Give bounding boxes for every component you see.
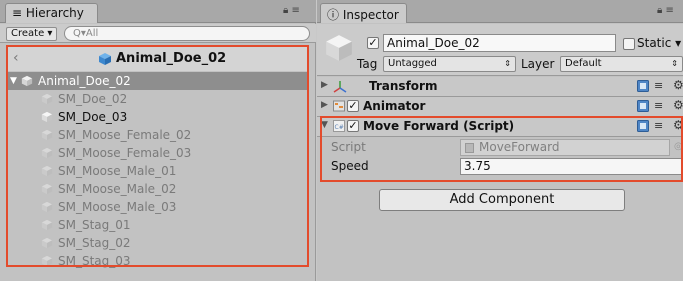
- transform-axis-icon: [333, 80, 347, 97]
- hierarchy-tab-bar: ≡ Hierarchy 🔒︎ ≡: [0, 0, 316, 23]
- hierarchy-search-input[interactable]: Q▾All: [64, 26, 310, 41]
- info-icon: ⓘ: [327, 8, 340, 22]
- dropdown-arrow-icon: ⇕: [504, 59, 511, 68]
- tag-dropdown[interactable]: Untagged ⇕: [383, 56, 516, 72]
- help-book-icon[interactable]: [637, 80, 649, 95]
- animator-icon: [333, 100, 345, 115]
- tag-label: Tag: [357, 57, 378, 71]
- preset-icon[interactable]: ≡: [654, 99, 663, 112]
- gear-icon[interactable]: ⚙: [673, 78, 683, 92]
- static-label[interactable]: Static ▾: [637, 36, 681, 50]
- lock-icon[interactable]: 🔒︎: [283, 5, 288, 16]
- hierarchy-toolbar: Create ▾ Q▾All: [0, 24, 316, 43]
- gameobject-header: Animal_Doe_02 Static ▾ Tag Untagged ⇕ La…: [317, 24, 683, 76]
- lock-icon[interactable]: 🔒︎: [657, 5, 662, 16]
- tab-inspector[interactable]: ⓘ Inspector: [320, 3, 407, 23]
- tab-hierarchy-label: Hierarchy: [25, 6, 84, 20]
- hierarchy-panel: ≡ Hierarchy 🔒︎ ≡ Create ▾ Q▾All ‹ Animal…: [0, 0, 316, 281]
- fold-triangle-icon[interactable]: ▶: [321, 80, 328, 90]
- component-animator[interactable]: ▶ Animator ≡ ⚙: [317, 97, 683, 117]
- animator-enabled-checkbox[interactable]: [347, 100, 359, 112]
- layer-dropdown[interactable]: Default ⇕: [560, 56, 683, 72]
- script-highlight-box: [320, 116, 683, 182]
- object-name-field[interactable]: Animal_Doe_02: [383, 34, 616, 52]
- help-book-icon[interactable]: [637, 100, 649, 115]
- active-checkbox[interactable]: [367, 37, 379, 49]
- create-button[interactable]: Create ▾: [6, 27, 58, 41]
- panel-menu-icon[interactable]: 🔒︎ ≡: [657, 5, 674, 16]
- fold-triangle-icon[interactable]: ▶: [321, 100, 328, 110]
- layer-label: Layer: [521, 57, 555, 71]
- static-checkbox[interactable]: [623, 38, 635, 50]
- component-transform[interactable]: ▶ Transform ≡ ⚙: [317, 77, 683, 97]
- preset-icon[interactable]: ≡: [654, 79, 663, 92]
- tag-value: Untagged: [388, 58, 437, 69]
- dropdown-arrow-icon: ⇕: [671, 59, 678, 68]
- gameobject-cube-icon[interactable]: [324, 33, 354, 66]
- component-name: Animator: [363, 99, 426, 113]
- tab-hierarchy[interactable]: ≡ Hierarchy: [5, 3, 98, 23]
- component-name: Transform: [369, 79, 438, 93]
- inspector-tab-bar: ⓘ Inspector 🔒︎ ≡: [317, 0, 683, 23]
- list-icon: ≡: [12, 6, 23, 20]
- panel-menu-icon[interactable]: 🔒︎ ≡: [283, 5, 300, 16]
- layer-value: Default: [565, 58, 602, 69]
- gear-icon[interactable]: ⚙: [673, 98, 683, 112]
- tab-inspector-label: Inspector: [342, 8, 399, 22]
- hierarchy-highlight-box: [6, 45, 309, 267]
- add-component-button[interactable]: Add Component: [379, 189, 625, 211]
